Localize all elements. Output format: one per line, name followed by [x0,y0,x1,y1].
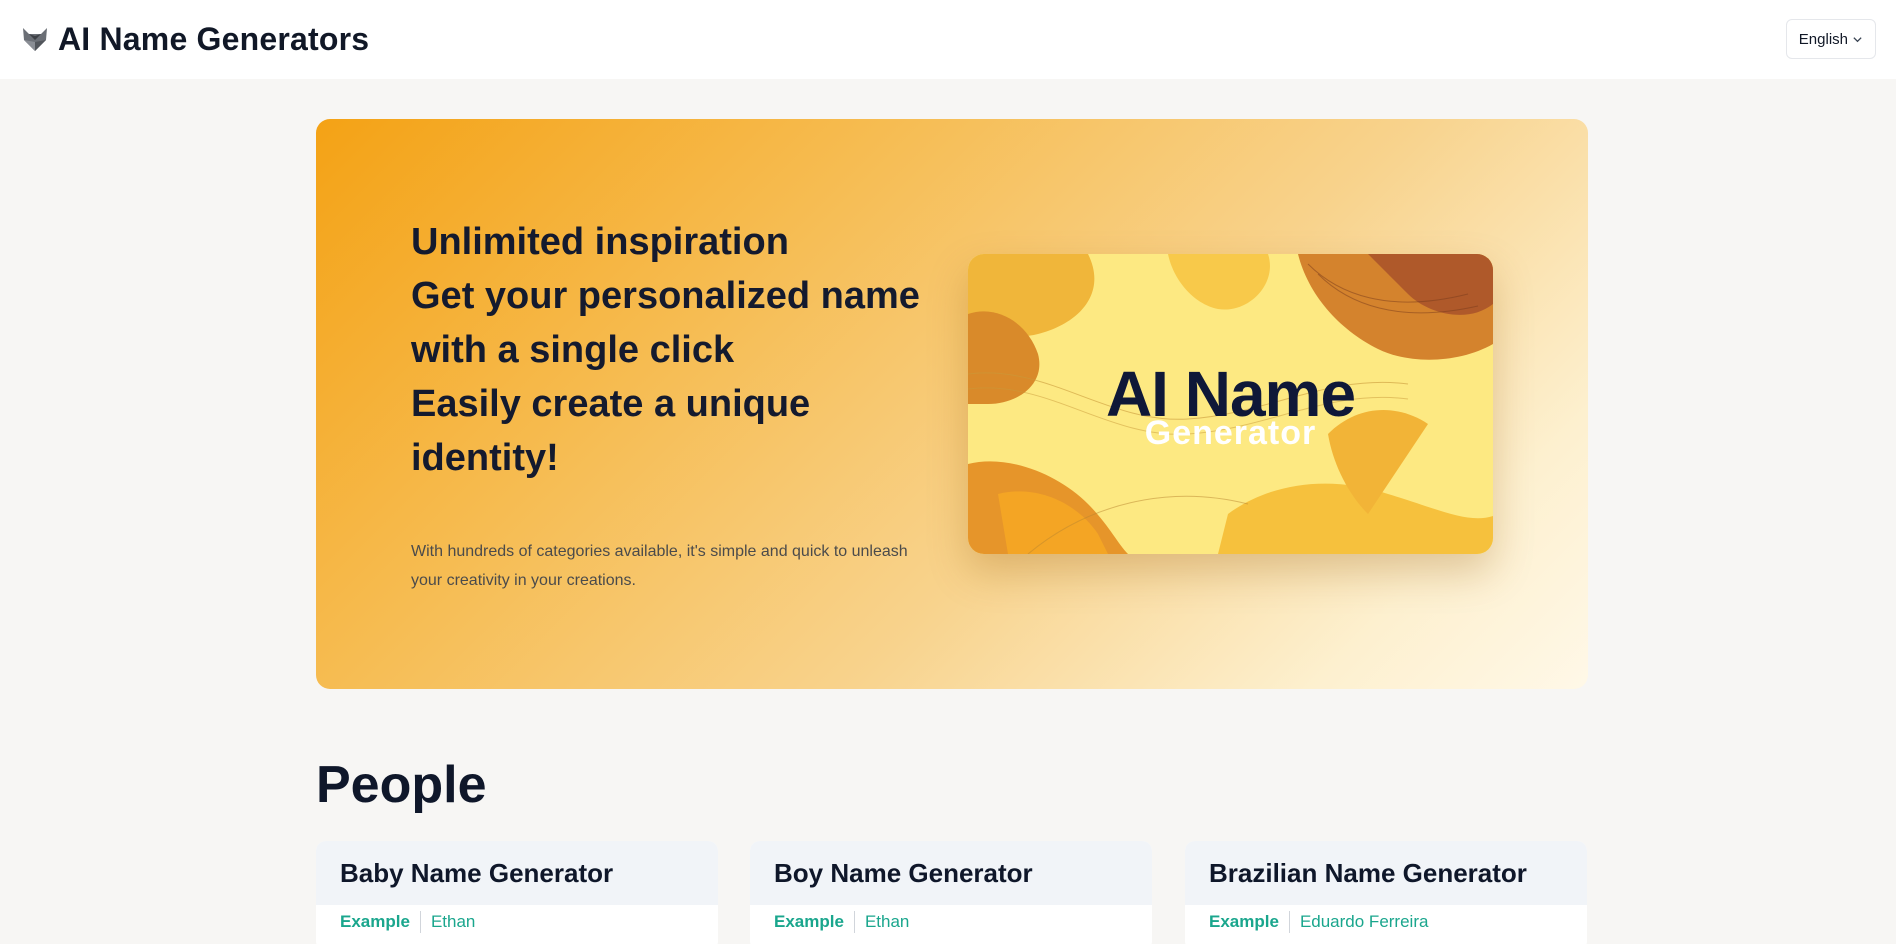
generator-card-title: Baby Name Generator [316,841,718,905]
generator-card-brazilian[interactable]: Brazilian Name Generator Example Eduardo… [1185,841,1587,944]
example-label: Example [1209,911,1290,933]
generator-card-title: Boy Name Generator [750,841,1152,905]
example-value: Ethan [430,912,476,931]
site-title: AI Name Generators [58,20,370,57]
example-value: Ethan [864,912,910,931]
hero-headline: Unlimited inspiration Get your personali… [411,215,951,485]
example-label: Example [340,911,421,933]
home-link[interactable]: AI Name Generators [20,20,369,58]
language-label: English [1798,30,1848,48]
hero-headline-line: Get your personalized name [411,275,920,317]
chevron-down-icon [1853,36,1862,42]
generator-card-example: Example Ethan [750,905,1152,939]
hero-headline-line: Easily create a unique [411,383,811,425]
hero-banner: Unlimited inspiration Get your personali… [316,119,1588,689]
example-label: Example [774,911,855,933]
generator-card-boy[interactable]: Boy Name Generator Example Ethan [750,841,1152,944]
section-title-people: People [316,756,487,814]
hero-illustration: AI Name Generator [968,254,1493,554]
generator-card-title: Brazilian Name Generator [1185,841,1587,905]
top-navbar: AI Name Generators English [0,0,1896,79]
hero-headline-line: with a single click [411,329,735,371]
wolf-logo-icon [23,28,47,51]
generator-card-example: Example Ethan [316,905,718,939]
hero-subtext: With hundreds of categories available, i… [411,543,908,589]
example-value: Eduardo Ferreira [1299,912,1429,931]
language-selector[interactable]: English [1785,19,1876,59]
illustration-subtitle: Generator [1144,414,1317,452]
generator-card-baby[interactable]: Baby Name Generator Example Ethan [316,841,718,944]
generator-card-example: Example Eduardo Ferreira [1185,905,1587,939]
hero-headline-line: identity! [411,437,559,479]
hero-headline-line: Unlimited inspiration [411,221,789,263]
